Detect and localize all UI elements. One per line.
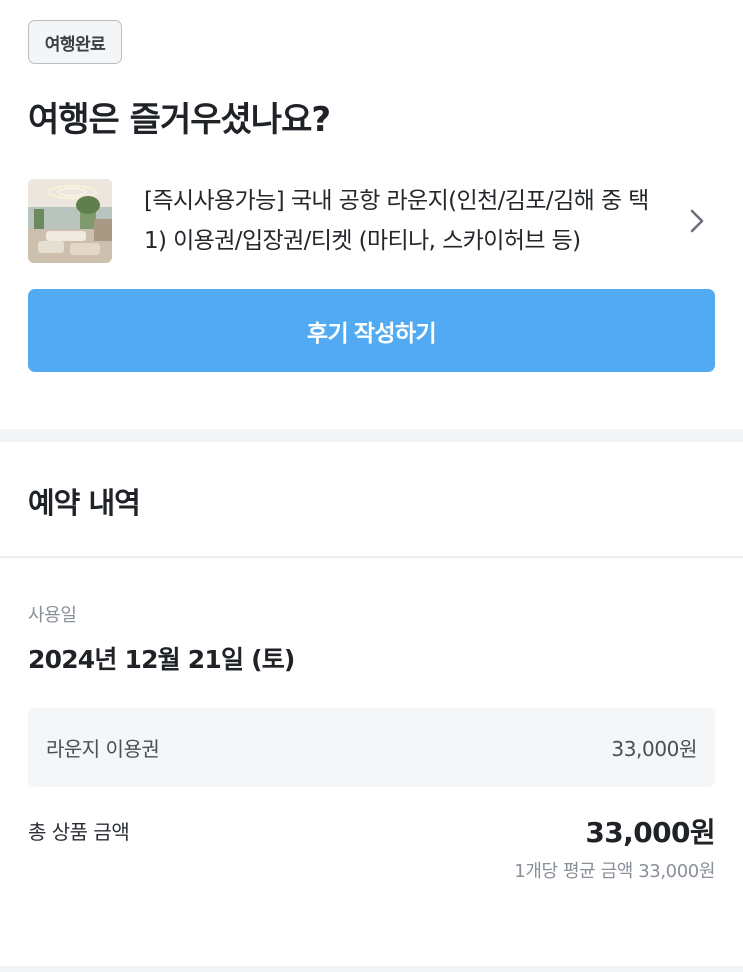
divider xyxy=(0,556,743,558)
write-review-button[interactable]: 후기 작성하기 xyxy=(28,289,715,372)
item-price: 33,000원 xyxy=(611,737,697,761)
product-thumbnail xyxy=(28,179,112,263)
usage-date-label: 사용일 xyxy=(28,605,77,626)
page: 여행완료 여행은 즐거우셨나요? [즉시사용가능] 국내 공항 라운지(인천/김… xyxy=(0,0,743,972)
product-name[interactable]: [즉시사용가능] 국내 공항 라운지(인천/김포/김해 중 택1) 이용권/입장… xyxy=(144,181,664,261)
product-card[interactable]: [즉시사용가능] 국내 공항 라운지(인천/김포/김해 중 택1) 이용권/입장… xyxy=(28,175,715,267)
total-price-value: 33,000원 xyxy=(585,816,715,849)
total-price-label: 총 상품 금액 xyxy=(28,820,130,844)
status-badge: 여행완료 xyxy=(28,20,122,64)
average-price: 1개당 평균 금액 33,000원 xyxy=(514,861,715,882)
usage-date-value: 2024년 12월 21일 (토) xyxy=(28,645,295,674)
section-separator xyxy=(0,429,743,442)
reservation-item-row: 라운지 이용권 33,000원 xyxy=(28,708,715,787)
chevron-right-icon[interactable] xyxy=(687,205,707,237)
section-title-reservation: 예약 내역 xyxy=(28,486,141,520)
page-title: 여행은 즐거우셨나요? xyxy=(28,100,331,140)
item-name: 라운지 이용권 xyxy=(46,737,160,761)
bottom-separator xyxy=(0,966,743,972)
